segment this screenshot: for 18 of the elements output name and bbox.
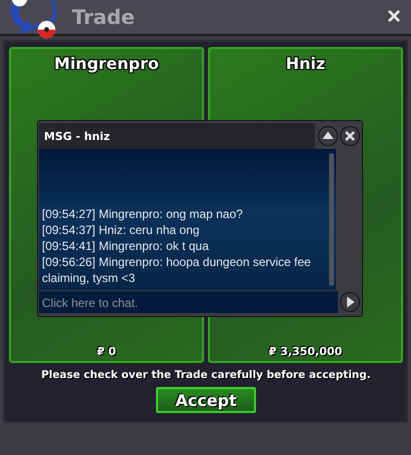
minimize-button[interactable] — [318, 126, 338, 146]
scrollbar[interactable] — [329, 153, 334, 286]
money-amount: ₽ 3,350,000 — [268, 345, 342, 358]
chat-message: [09:54:41] Mingrenpro: ok t qua — [42, 238, 210, 254]
notice-text: Please check over the Trade carefully before accepting. — [41, 369, 371, 381]
chat-input[interactable]: Click here to chat. — [39, 291, 338, 313]
chat-message: [09:54:37] Hniz: ceru nha ong — [42, 222, 200, 238]
close-icon[interactable] — [340, 126, 360, 146]
accept-button[interactable]: Accept — [156, 387, 256, 413]
player-name: Hniz — [286, 54, 326, 73]
chat-message: [09:56:26] Mingrenpro: hoopa dungeon service fee claiming, tysm <3 — [42, 254, 312, 286]
close-button[interactable]: × — [382, 5, 405, 29]
send-button[interactable] — [340, 292, 360, 312]
money-amount: ₽ 0 — [96, 345, 116, 358]
chat-title: MSG - hniz — [39, 123, 315, 149]
window-title: Trade — [72, 5, 135, 29]
player-name: Mingrenpro — [54, 54, 159, 73]
chat-message: [09:54:27] Mingrenpro: ong map nao? — [42, 206, 244, 222]
